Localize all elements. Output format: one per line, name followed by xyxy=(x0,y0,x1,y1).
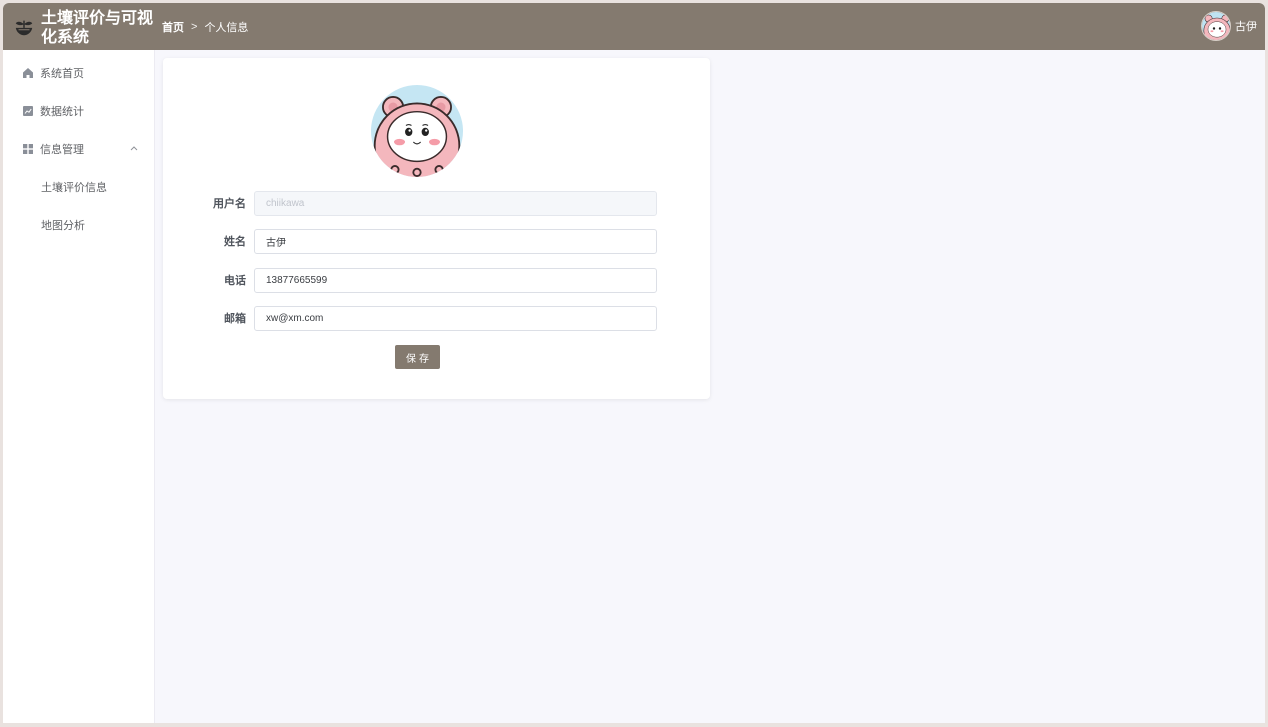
sidebar-subitem-map-analysis[interactable]: 地图分析 xyxy=(3,206,154,244)
email-label: 邮箱 xyxy=(224,313,246,325)
app-window: 土壤评价与可视化系统 首页 > 个人信息 古伊 系统首页 数据统计 信息管理 土… xyxy=(3,3,1265,723)
email-row: 邮箱 xw@xm.com xyxy=(163,306,710,332)
profile-avatar[interactable] xyxy=(371,85,463,177)
chart-icon xyxy=(23,106,33,116)
user-name[interactable]: 古伊 xyxy=(1235,18,1257,34)
avatar-image-icon xyxy=(371,85,463,177)
sidebar-item-info-management[interactable]: 信息管理 xyxy=(3,130,154,168)
sidebar-item-label: 数据统计 xyxy=(40,106,84,118)
name-row: 姓名 古伊 xyxy=(163,229,710,255)
breadcrumb-home-link[interactable]: 首页 xyxy=(162,19,184,35)
name-field[interactable]: 古伊 xyxy=(254,229,657,254)
name-label: 姓名 xyxy=(224,236,246,248)
email-field[interactable]: xw@xm.com xyxy=(254,306,657,331)
logo-area: 土壤评价与可视化系统 xyxy=(3,3,156,50)
avatar-image-icon xyxy=(1202,12,1230,40)
user-menu[interactable]: 古伊 xyxy=(1201,11,1257,41)
sidebar-item-statistics[interactable]: 数据统计 xyxy=(3,92,154,130)
sidebar-subitem-soil-evaluation[interactable]: 土壤评价信息 xyxy=(3,168,154,206)
chevron-up-icon[interactable] xyxy=(130,145,138,151)
phone-row: 电话 13877665599 xyxy=(163,268,710,294)
username-field: chiikawa xyxy=(254,191,657,216)
app-title: 土壤评价与可视化系统 xyxy=(41,7,154,46)
phone-field[interactable]: 13877665599 xyxy=(254,268,657,293)
top-header: 土壤评价与可视化系统 首页 > 个人信息 古伊 xyxy=(3,3,1265,50)
username-label: 用户名 xyxy=(213,198,246,210)
breadcrumb-separator-icon: > xyxy=(191,20,198,33)
breadcrumb: 首页 > 个人信息 xyxy=(162,19,248,35)
save-button[interactable]: 保存 xyxy=(395,345,440,369)
sidebar-item-label: 信息管理 xyxy=(40,144,84,156)
profile-card: 用户名 chiikawa 姓名 古伊 电话 13877665599 邮箱 xw@… xyxy=(163,58,710,399)
home-icon xyxy=(23,68,33,78)
username-row: 用户名 chiikawa xyxy=(163,191,710,217)
sidebar-item-home[interactable]: 系统首页 xyxy=(3,54,154,92)
sidebar: 系统首页 数据统计 信息管理 土壤评价信息 地图分析 xyxy=(3,50,155,723)
breadcrumb-current: 个人信息 xyxy=(204,21,249,34)
sidebar-item-label: 系统首页 xyxy=(40,68,84,80)
grid-icon xyxy=(23,144,33,154)
user-avatar[interactable] xyxy=(1201,11,1231,41)
plant-logo-icon xyxy=(15,20,33,35)
phone-label: 电话 xyxy=(224,275,246,287)
